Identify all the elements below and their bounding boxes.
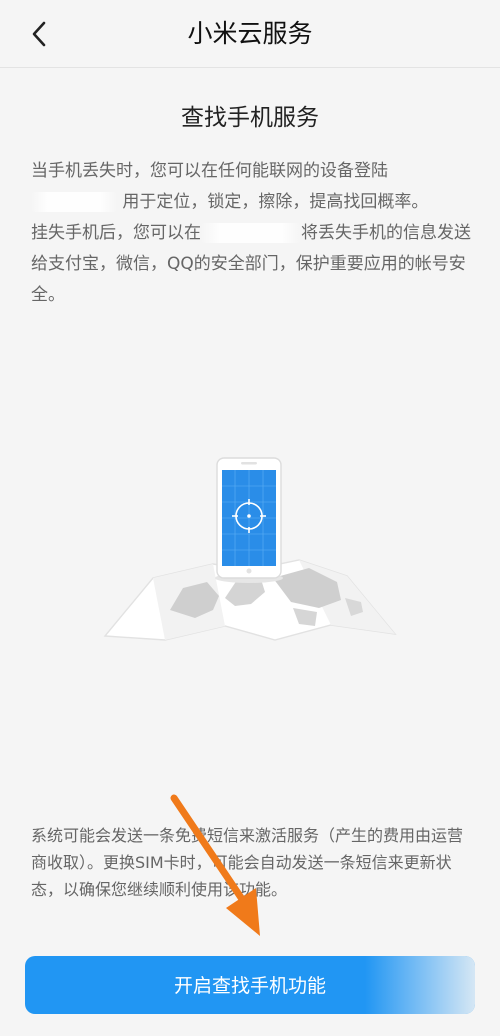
redacted-text xyxy=(201,223,301,243)
description-line-2: 用于定位，锁定，擦除，提高找回概率。 xyxy=(122,192,429,212)
phone-on-map-illustration xyxy=(103,457,397,641)
sms-notice: 系统可能会发送一条免费短信来激活服务（产生的费用由运营商收取）。更换SIM卡时，… xyxy=(31,826,464,899)
enable-find-phone-label: 开启查找手机功能 xyxy=(173,975,326,997)
description-line-1: 当手机丢失时，您可以在任何能联网的设备登陆 xyxy=(31,161,388,181)
page-title: 小米云服务 xyxy=(187,19,313,48)
button-fade-overlay xyxy=(365,956,475,1014)
redacted-text xyxy=(31,192,117,212)
description-line-3a: 挂失手机后，您可以在 xyxy=(31,223,201,243)
section-title: 查找手机服务 xyxy=(181,105,319,131)
enable-find-phone-button[interactable]: 开启查找手机功能 xyxy=(25,956,475,1014)
service-description: 当手机丢失时，您可以在任何能联网的设备登陆 用于定位，锁定，擦除，提高找回概率。… xyxy=(31,156,471,311)
top-bar: 小米云服务 xyxy=(0,0,500,68)
